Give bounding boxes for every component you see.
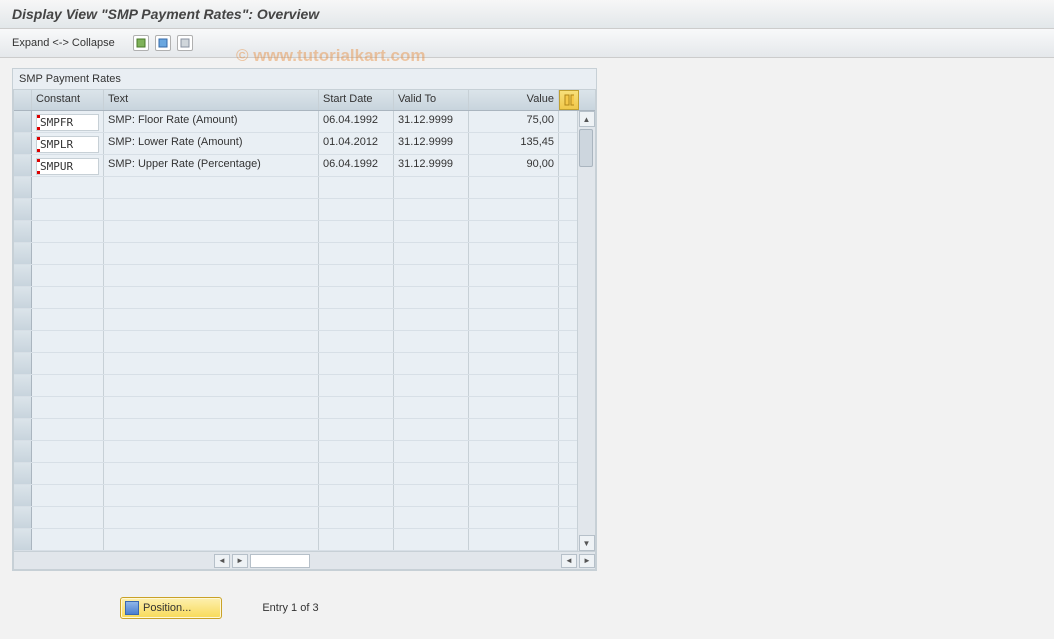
table-row <box>14 243 595 265</box>
table-row <box>14 419 595 441</box>
toolbar-icon-2[interactable] <box>155 35 171 51</box>
table-row <box>14 265 595 287</box>
cell-text: SMP: Floor Rate (Amount) <box>104 111 319 132</box>
smp-rates-panel: SMP Payment Rates Constant Text Start Da… <box>12 68 597 571</box>
page-title: Display View "SMP Payment Rates": Overvi… <box>0 0 1054 29</box>
row-spacer <box>559 133 579 154</box>
table-row <box>14 353 595 375</box>
table-row <box>14 177 595 199</box>
row-spacer <box>559 111 579 132</box>
panel-title: SMP Payment Rates <box>13 69 596 89</box>
row-selector[interactable] <box>14 111 32 132</box>
cell-valid: 31.12.9999 <box>394 111 469 132</box>
table-row <box>14 529 595 551</box>
scroll-left2-icon[interactable]: ◄ <box>561 554 577 568</box>
table-row <box>14 331 595 353</box>
cell-constant[interactable]: SMPLR <box>36 136 99 153</box>
cell-value: 135,45 <box>469 133 559 154</box>
table-row <box>14 397 595 419</box>
cell-start: 06.04.1992 <box>319 155 394 176</box>
horizontal-scrollbar[interactable]: ◄ ► ◄ ► <box>14 551 595 569</box>
vertical-scrollbar[interactable]: ▲ ▼ <box>577 111 595 551</box>
row-selector[interactable] <box>14 133 32 154</box>
cell-start: 01.04.2012 <box>319 133 394 154</box>
toolbar: Expand <-> Collapse <box>0 29 1054 58</box>
row-spacer <box>559 155 579 176</box>
grid-header: Constant Text Start Date Valid To Value <box>14 90 595 111</box>
row-selector[interactable] <box>14 155 32 176</box>
col-header-valid[interactable]: Valid To <box>394 90 469 110</box>
configure-columns-icon[interactable] <box>559 90 579 110</box>
col-header-start[interactable]: Start Date <box>319 90 394 110</box>
position-icon <box>125 601 139 615</box>
table-row[interactable]: SMPFR SMP: Floor Rate (Amount) 06.04.199… <box>14 111 595 133</box>
data-grid: Constant Text Start Date Valid To Value … <box>13 89 596 570</box>
toolbar-icon-1[interactable] <box>133 35 149 51</box>
row-selector-header <box>14 90 32 110</box>
table-row <box>14 485 595 507</box>
cell-value: 90,00 <box>469 155 559 176</box>
table-row <box>14 199 595 221</box>
toolbar-icon-3[interactable] <box>177 35 193 51</box>
table-row <box>14 287 595 309</box>
entry-counter: Entry 1 of 3 <box>262 602 318 614</box>
table-row[interactable]: SMPLR SMP: Lower Rate (Amount) 01.04.201… <box>14 133 595 155</box>
table-row <box>14 221 595 243</box>
cell-valid: 31.12.9999 <box>394 155 469 176</box>
table-row <box>14 507 595 529</box>
cell-text: SMP: Lower Rate (Amount) <box>104 133 319 154</box>
table-row <box>14 441 595 463</box>
table-row <box>14 309 595 331</box>
col-header-text[interactable]: Text <box>104 90 319 110</box>
table-row <box>14 463 595 485</box>
col-header-constant[interactable]: Constant <box>32 90 104 110</box>
cell-constant[interactable]: SMPUR <box>36 158 99 175</box>
col-header-value[interactable]: Value <box>469 90 559 110</box>
scroll-thumb[interactable] <box>579 129 593 167</box>
scroll-right-icon[interactable]: ► <box>232 554 248 568</box>
table-row[interactable]: SMPUR SMP: Upper Rate (Percentage) 06.04… <box>14 155 595 177</box>
expand-collapse-button[interactable]: Expand <-> Collapse <box>12 37 115 49</box>
cell-text: SMP: Upper Rate (Percentage) <box>104 155 319 176</box>
scroll-right2-icon[interactable]: ► <box>579 554 595 568</box>
cell-constant[interactable]: SMPFR <box>36 114 99 131</box>
cell-start: 06.04.1992 <box>319 111 394 132</box>
footer: Position... Entry 1 of 3 <box>0 581 1054 635</box>
table-row <box>14 375 595 397</box>
position-button[interactable]: Position... <box>120 597 222 619</box>
scroll-down-icon[interactable]: ▼ <box>579 535 595 551</box>
cell-valid: 31.12.9999 <box>394 133 469 154</box>
scroll-up-icon[interactable]: ▲ <box>579 111 595 127</box>
hscroll-track[interactable] <box>250 554 310 568</box>
grid-body: SMPFR SMP: Floor Rate (Amount) 06.04.199… <box>14 111 595 551</box>
position-label: Position... <box>143 602 191 614</box>
cell-value: 75,00 <box>469 111 559 132</box>
scroll-left-icon[interactable]: ◄ <box>214 554 230 568</box>
